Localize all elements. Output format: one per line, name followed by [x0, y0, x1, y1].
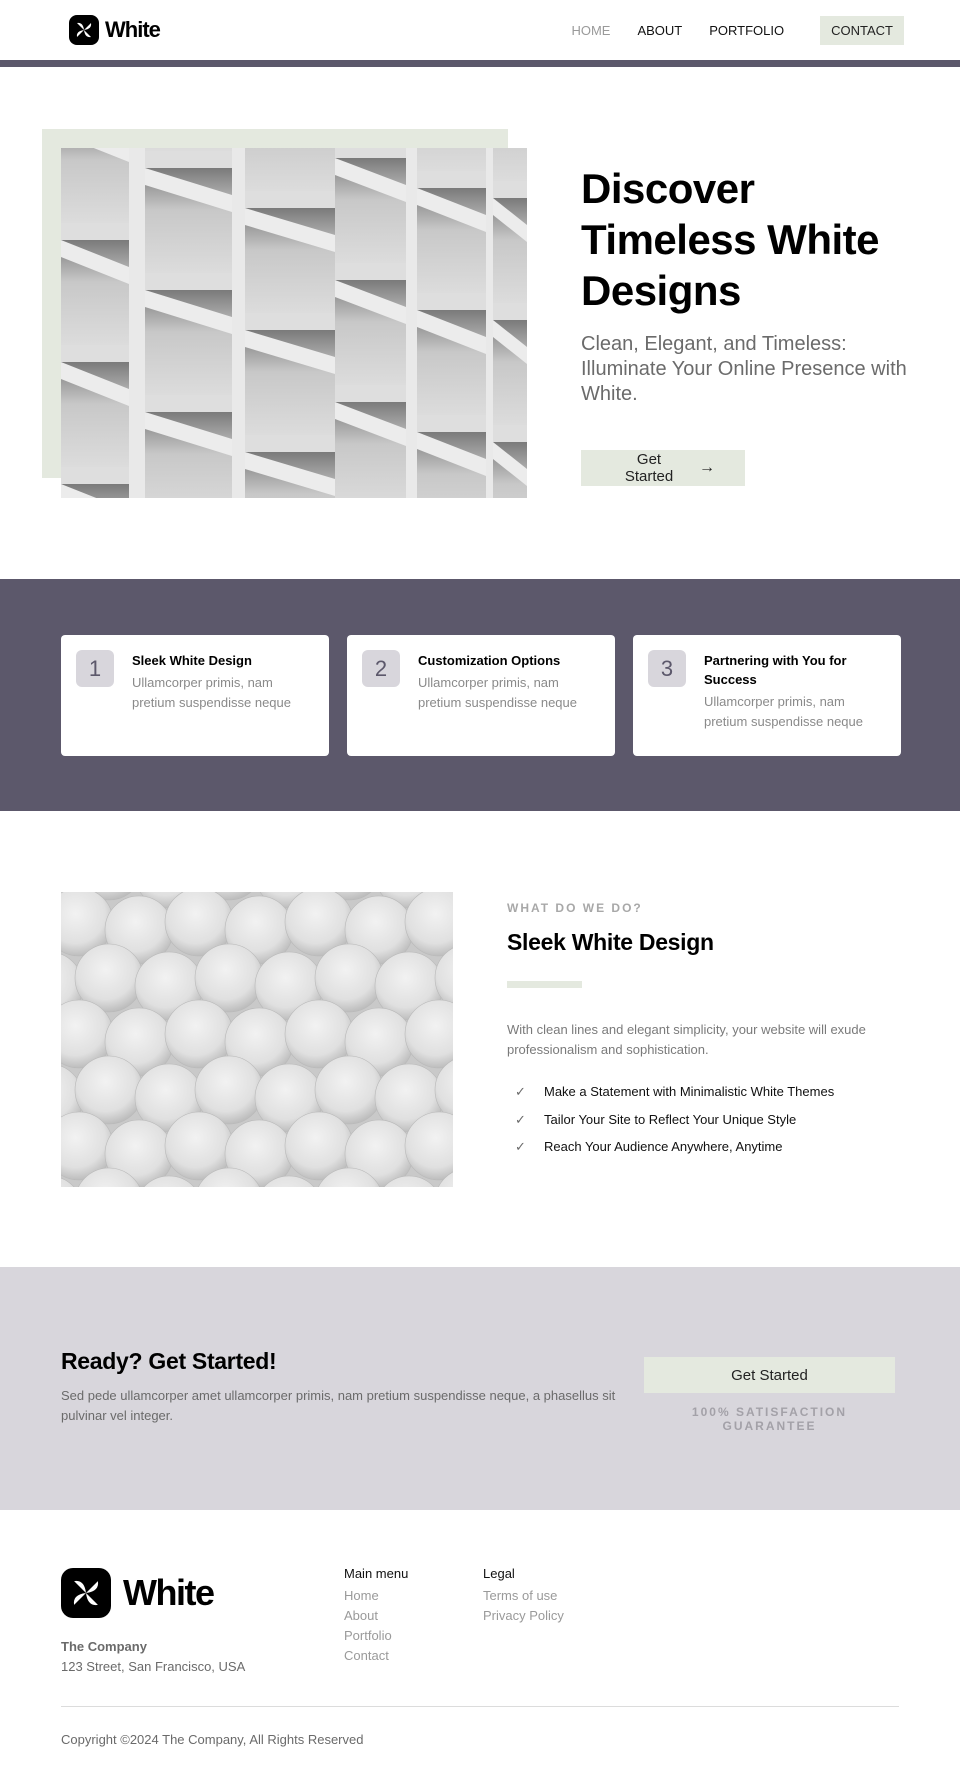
footer-link-about[interactable]: About — [344, 1606, 408, 1626]
check-icon: ✓ — [515, 1139, 526, 1154]
footer-divider — [61, 1706, 899, 1707]
feature-description: Ullamcorper primis, nam pretium suspendi… — [418, 675, 577, 710]
hero-title: Discover Timeless White Designs — [581, 165, 880, 314]
section-title: Sleek White Design — [507, 929, 714, 955]
site-header: White HOME ABOUT PORTFOLIO CONTACT — [0, 0, 960, 60]
footer-link-portfolio[interactable]: Portfolio — [344, 1626, 408, 1646]
check-icon: ✓ — [515, 1084, 526, 1099]
feature-description: Ullamcorper primis, nam pretium suspendi… — [132, 675, 291, 710]
feature-title: Sleek White Design — [132, 653, 252, 668]
checklist-item-label: Tailor Your Site to Reflect Your Unique … — [544, 1111, 797, 1127]
check-icon: ✓ — [515, 1111, 526, 1127]
accent-divider — [507, 981, 582, 988]
cta-section: Ready? Get Started! Sed pede ullamcorper… — [0, 1267, 960, 1510]
checklist-item-label: Make a Statement with Minimalistic White… — [544, 1084, 835, 1099]
company-address: 123 Street, San Francisco, USA — [61, 1659, 246, 1674]
hero-section: Discover Timeless White Designs Clean, E… — [0, 67, 960, 579]
cta-description: Sed pede ullamcorper amet ullamcorper pr… — [61, 1388, 616, 1423]
logo-text: White — [123, 1572, 215, 1613]
hero-button-label: Get Started — [624, 451, 674, 485]
checklist-item-label: Reach Your Audience Anywhere, Anytime — [544, 1139, 783, 1154]
features-section: 1 Sleek White Design Ullamcorper primis,… — [0, 579, 960, 811]
logo-icon — [69, 15, 99, 45]
nav-about[interactable]: ABOUT — [637, 23, 682, 38]
hero-image — [61, 148, 527, 498]
hero-subtitle: Clean, Elegant, and Timeless: Illuminate… — [581, 333, 907, 405]
feature-number-badge: 3 — [648, 650, 686, 687]
cta-title: Ready? Get Started! — [61, 1348, 277, 1374]
main-nav: HOME ABOUT PORTFOLIO CONTACT — [544, 16, 904, 45]
logo-text: White — [105, 17, 161, 42]
what-we-do-section: WHAT DO WE DO? Sleek White Design With c… — [0, 811, 960, 1267]
feature-number-badge: 1 — [76, 650, 114, 687]
logo-link[interactable]: White — [69, 15, 161, 45]
footer-link-terms[interactable]: Terms of use — [483, 1586, 564, 1606]
feature-number-badge: 2 — [362, 650, 400, 687]
header-divider-strip — [0, 60, 960, 67]
footer-main-menu: Main menu Home About Portfolio Contact — [344, 1566, 408, 1666]
satisfaction-guarantee: 100% SATISFACTION GUARANTEE — [691, 1405, 848, 1433]
section-eyebrow: WHAT DO WE DO? — [507, 901, 643, 915]
site-footer: White The Company 123 Street, San Franci… — [0, 1510, 960, 1787]
feature-title: Customization Options — [418, 653, 561, 668]
footer-column-title: Legal — [483, 1566, 515, 1581]
feature-card: 1 Sleek White Design Ullamcorper primis,… — [61, 635, 329, 756]
feature-description: Ullamcorper primis, nam pretium suspendi… — [704, 694, 863, 729]
feature-checklist: ✓ Make a Statement with Minimalistic Whi… — [507, 1078, 887, 1161]
footer-link-privacy[interactable]: Privacy Policy — [483, 1606, 564, 1626]
hero-get-started-button[interactable]: Get Started → — [581, 450, 745, 486]
footer-link-home[interactable]: Home — [344, 1586, 408, 1606]
checklist-item: ✓ Reach Your Audience Anywhere, Anytime — [507, 1133, 887, 1161]
feature-title: Partnering with You for Success — [704, 653, 847, 687]
footer-column-title: Main menu — [344, 1566, 409, 1581]
nav-contact-button[interactable]: CONTACT — [820, 16, 904, 45]
copyright-text: Copyright ©2024 The Company, All Rights … — [61, 1732, 364, 1747]
nav-portfolio[interactable]: PORTFOLIO — [709, 23, 784, 38]
nav-home[interactable]: HOME — [571, 23, 610, 38]
spheres-image — [61, 892, 453, 1187]
cta-get-started-button[interactable]: Get Started — [644, 1357, 895, 1393]
feature-card: 3 Partnering with You for Success Ullamc… — [633, 635, 901, 756]
feature-card: 2 Customization Options Ullamcorper prim… — [347, 635, 615, 756]
footer-logo-link[interactable]: White — [61, 1568, 215, 1618]
checklist-item: ✓ Make a Statement with Minimalistic Whi… — [507, 1078, 887, 1106]
footer-legal-menu: Legal Terms of use Privacy Policy — [483, 1566, 564, 1626]
section-description: With clean lines and elegant simplicity,… — [507, 1022, 866, 1057]
checklist-item: ✓ Tailor Your Site to Reflect Your Uniqu… — [507, 1106, 887, 1134]
logo-icon — [61, 1568, 111, 1618]
footer-link-contact[interactable]: Contact — [344, 1646, 408, 1666]
company-name: The Company — [61, 1639, 147, 1654]
arrow-right-icon: → — [699, 459, 715, 476]
